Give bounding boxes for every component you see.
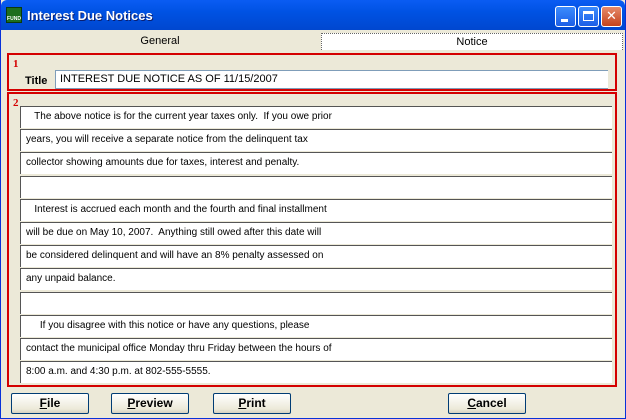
notice-line-field[interactable]	[20, 175, 612, 198]
file-button[interactable]: File	[11, 393, 89, 414]
notice-line-field[interactable]: be considered delinquent and will have a…	[20, 245, 612, 268]
maximize-icon	[583, 11, 594, 21]
notice-line-field[interactable]: will be due on May 10, 2007. Anything st…	[20, 221, 612, 244]
app-window: FUND Interest Due Notices ✕ General Noti…	[0, 0, 626, 419]
section-number: 2	[13, 97, 19, 109]
cancel-accel-key: C	[467, 396, 476, 410]
notice-line-field[interactable]: any unpaid balance.	[20, 268, 612, 291]
tab-strip: General Notice	[5, 33, 623, 51]
minimize-button[interactable]	[555, 6, 576, 27]
preview-label: review	[135, 396, 173, 410]
notice-line-field[interactable]: The above notice is for the current year…	[20, 106, 612, 128]
preview-button[interactable]: Preview	[111, 393, 189, 414]
close-icon: ✕	[606, 9, 617, 24]
button-bar: File Preview Print Cancel	[1, 391, 625, 417]
maximize-button[interactable]	[578, 6, 599, 27]
cancel-button[interactable]: Cancel	[448, 393, 526, 414]
notice-line-field[interactable]: 8:00 a.m. and 4:30 p.m. at 802-555-5555.	[20, 361, 612, 384]
notice-line-field[interactable]: contact the municipal office Monday thru…	[20, 337, 612, 360]
print-button[interactable]: Print	[213, 393, 291, 414]
file-label: ile	[47, 396, 61, 410]
title-field[interactable]: INTEREST DUE NOTICE AS OF 11/15/2007	[55, 70, 608, 89]
title-label: Title	[25, 75, 48, 87]
close-button[interactable]: ✕	[601, 6, 622, 27]
notice-lines: The above notice is for the current year…	[20, 106, 612, 384]
tab-general[interactable]: General	[5, 33, 315, 50]
cancel-label: ancel	[475, 396, 507, 410]
notice-line-field[interactable]: collector showing amounts due for taxes,…	[20, 152, 612, 175]
minimize-icon	[561, 19, 568, 22]
notice-line-field[interactable]: years, you will receive a separate notic…	[20, 129, 612, 152]
notice-line-field[interactable]: If you disagree with this notice or have…	[20, 314, 612, 337]
window-title: Interest Due Notices	[27, 8, 153, 23]
print-label: rint	[246, 396, 266, 410]
tab-notice[interactable]: Notice	[321, 33, 623, 50]
section-number: 1	[13, 58, 19, 70]
notice-line-field[interactable]: Interest is accrued each month and the f…	[20, 198, 612, 221]
section-2-notice-text: 2 The above notice is for the current ye…	[7, 92, 617, 387]
file-accel-key: F	[39, 396, 47, 410]
section-1-title: 1 Title INTEREST DUE NOTICE AS OF 11/15/…	[7, 53, 617, 91]
app-icon-label: FUND	[7, 16, 21, 22]
notice-line-field[interactable]	[20, 291, 612, 314]
fund-app-icon[interactable]: FUND	[6, 7, 22, 23]
title-bar[interactable]: FUND Interest Due Notices ✕	[1, 0, 625, 30]
